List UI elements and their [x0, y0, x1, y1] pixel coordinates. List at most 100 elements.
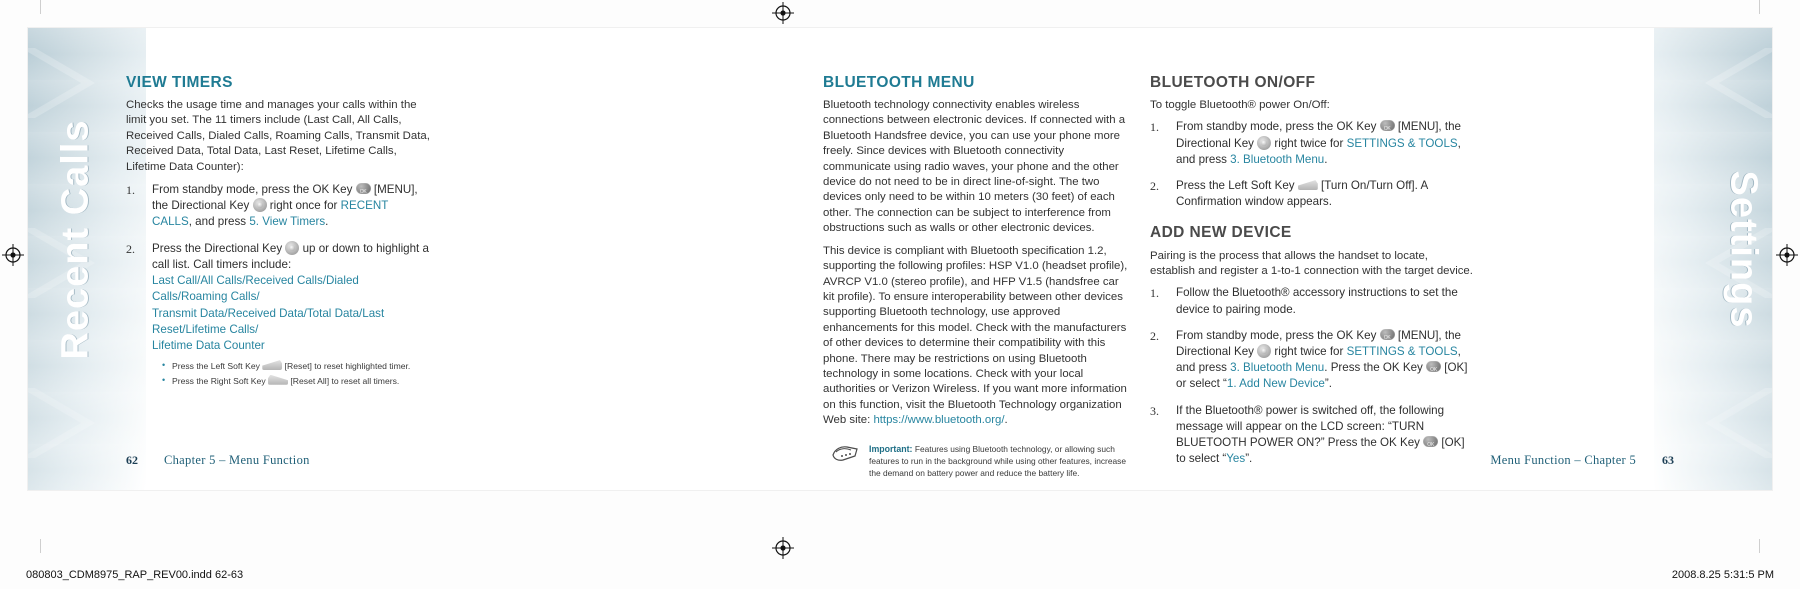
scan-timestamp: 2008.8.25 5:31:5 PM: [1671, 569, 1774, 581]
bluetooth-onoff-intro: To toggle Bluetooth® power On/Off:: [1150, 99, 1330, 112]
step-text-fragment: .: [325, 215, 329, 229]
page-spread: Recent Calls Settings VIEW TIMERS Checks…: [28, 28, 1772, 490]
right-page-footer: Menu Function – Chapter 5 63: [1490, 453, 1674, 468]
ok-key-icon: [1426, 361, 1442, 378]
bluetooth-menu-paragraph-1: Bluetooth technology connectivity enable…: [823, 99, 1126, 235]
list-item: Press the Left Soft Key [Reset] to reset…: [162, 359, 431, 373]
menu-link-settings-tools[interactable]: SETTINGS & TOOLS: [1347, 345, 1458, 358]
step-item: 1. Follow the Bluetooth® accessory instr…: [1150, 285, 1475, 317]
right-soft-key-icon: [268, 374, 289, 385]
step-text-fragment: Press the Directional Key: [152, 241, 286, 255]
step-text-fragment: From standby mode, press the OK Key: [1176, 120, 1380, 134]
timer-list-line-1: Last Call/All Calls/Received Calls/Diale…: [152, 274, 359, 304]
timer-list-line-3: Lifetime Data Counter: [152, 338, 265, 352]
bluetooth-onoff-heading: BLUETOOTH ON/OFF: [1150, 74, 1316, 91]
crop-tick-bottom-right: [1759, 539, 1760, 553]
step-item: 2. Press the Directional Key up or down …: [126, 240, 431, 388]
scan-file-label: 080803_CDM8975_RAP_REV00.indd 62-63: [26, 569, 244, 581]
sub-note-text: Press the Right Soft Key: [172, 375, 269, 386]
step-text-fragment: right twice for: [1271, 136, 1347, 150]
step-text-fragment: From standby mode, press the OK Key: [1176, 328, 1380, 342]
chevron-decor-right-3: [1654, 384, 1772, 462]
step-text: From standby mode, press the OK Key [MEN…: [1176, 328, 1467, 391]
left-page-number: 62: [126, 453, 138, 467]
menu-link-view-timers[interactable]: 5. View Timers: [249, 215, 325, 228]
step-text: Follow the Bluetooth® accessory instruct…: [1176, 286, 1458, 316]
step-item: 1. From standby mode, press the OK Key […: [1150, 119, 1475, 168]
step-text: Press the Directional Key up or down to …: [152, 240, 429, 271]
directional-key-icon: [285, 240, 300, 255]
directional-key-icon: [1257, 343, 1272, 358]
paragraph-text: This device is compliant with Bluetooth …: [823, 244, 1128, 427]
bluetooth-settings-column: BLUETOOTH ON/OFF To toggle Bluetooth® po…: [1150, 74, 1475, 477]
step-item: 2. From standby mode, press the OK Key […: [1150, 328, 1475, 393]
step-text-fragment: right once for: [266, 199, 341, 213]
left-soft-key-icon: [1297, 180, 1318, 191]
left-soft-key-icon: [262, 360, 283, 371]
step-number: 1.: [1150, 120, 1159, 135]
right-page-section-tab: Settings: [1722, 170, 1765, 329]
important-note-text: Important: Features using Bluetooth tech…: [869, 443, 1128, 480]
ok-key-icon: [1379, 328, 1395, 346]
bluetooth-menu-column: BLUETOOTH MENU Bluetooth technology conn…: [823, 74, 1128, 479]
right-page-side-band: Settings: [1654, 28, 1772, 490]
crop-tick-bottom-left: [40, 539, 41, 553]
step-number: 2.: [126, 241, 135, 256]
chevron-decor-left-3: [28, 384, 146, 462]
step-text-fragment: From standby mode, press the OK Key: [152, 183, 356, 197]
step-text-fragment: Press the Left Soft Key: [1176, 179, 1298, 193]
menu-link-settings-tools[interactable]: SETTINGS & TOOLS: [1347, 137, 1458, 150]
step-number: 1.: [126, 183, 135, 198]
step-number: 2.: [1150, 328, 1159, 343]
step-text-fragment: , and press: [188, 215, 250, 229]
add-new-device-heading: ADD NEW DEVICE: [1150, 224, 1292, 242]
registration-mark-bottom: [772, 537, 794, 559]
left-page-section-tab: Recent Calls: [54, 119, 97, 360]
bluetooth-org-link[interactable]: https://www.bluetooth.org/: [873, 414, 1004, 426]
crop-tick-top-right: [1759, 0, 1760, 14]
important-note: Important: Features using Bluetooth tech…: [823, 443, 1128, 480]
list-item: Press the Right Soft Key [Reset All] to …: [162, 374, 431, 388]
chevron-decor-right-1: [1654, 44, 1772, 122]
view-timers-heading: VIEW TIMERS: [126, 74, 233, 91]
add-new-device-intro: Pairing is the process that allows the h…: [1150, 249, 1473, 277]
ok-key-icon: [355, 183, 371, 200]
step-text: Press the Left Soft Key [Turn On/Turn Of…: [1176, 179, 1428, 208]
important-label: Important:: [869, 443, 913, 454]
sub-note-text: [Reset] to reset highlighted timer.: [282, 361, 411, 372]
right-page-number: 63: [1662, 453, 1674, 467]
menu-link-bluetooth-menu[interactable]: 3. Bluetooth Menu: [1230, 153, 1324, 166]
step-text-fragment: ”.: [1324, 377, 1332, 391]
step-text-fragment: .: [1324, 152, 1328, 166]
add-new-device-steps: 1. Follow the Bluetooth® accessory instr…: [1150, 285, 1475, 467]
step-text: If the Bluetooth® power is switched off,…: [1176, 404, 1465, 466]
hands-note-icon: [831, 443, 861, 465]
left-page-footer-title: Chapter 5 – Menu Function: [164, 453, 310, 467]
bluetooth-menu-paragraph-2: This device is compliant with Bluetooth …: [823, 244, 1128, 429]
ok-key-icon: [1423, 435, 1439, 453]
registration-mark-right: [1776, 244, 1798, 266]
step-item: 2. Press the Left Soft Key [Turn On/Turn…: [1150, 178, 1475, 210]
step-text: From standby mode, press the OK Key [MEN…: [152, 183, 418, 228]
menu-link-bluetooth-menu[interactable]: 3. Bluetooth Menu: [1230, 361, 1324, 374]
paragraph-text: .: [1004, 414, 1008, 427]
left-page-footer: 62 Chapter 5 – Menu Function: [126, 453, 310, 468]
view-timers-steps: 1. From standby mode, press the OK Key […: [126, 182, 431, 387]
bluetooth-onoff-steps: 1. From standby mode, press the OK Key […: [1150, 119, 1475, 210]
bluetooth-menu-heading: BLUETOOTH MENU: [823, 74, 975, 91]
step-text-fragment: . Press the OK Key: [1324, 361, 1427, 375]
step-number: 3.: [1150, 403, 1159, 418]
view-timers-intro: Checks the usage time and manages your c…: [126, 99, 430, 173]
step-text-fragment: If the Bluetooth® power is switched off,…: [1176, 403, 1445, 449]
sub-note-text: [Reset All] to reset all timers.: [288, 375, 400, 386]
menu-link-add-new-device[interactable]: 1. Add New Device: [1227, 377, 1325, 390]
directional-key-icon: [252, 198, 267, 213]
ok-key-icon: [1379, 120, 1395, 138]
registration-mark-top: [772, 2, 794, 24]
step-number: 1.: [1150, 286, 1159, 301]
step-text-fragment: ”.: [1245, 452, 1253, 466]
timer-list-line-2: Transmit Data/Received Data/Total Data/L…: [152, 306, 385, 336]
step-item: 1. From standby mode, press the OK Key […: [126, 182, 431, 231]
left-page-content: VIEW TIMERS Checks the usage time and ma…: [126, 74, 431, 397]
menu-link-yes[interactable]: Yes: [1226, 452, 1245, 465]
